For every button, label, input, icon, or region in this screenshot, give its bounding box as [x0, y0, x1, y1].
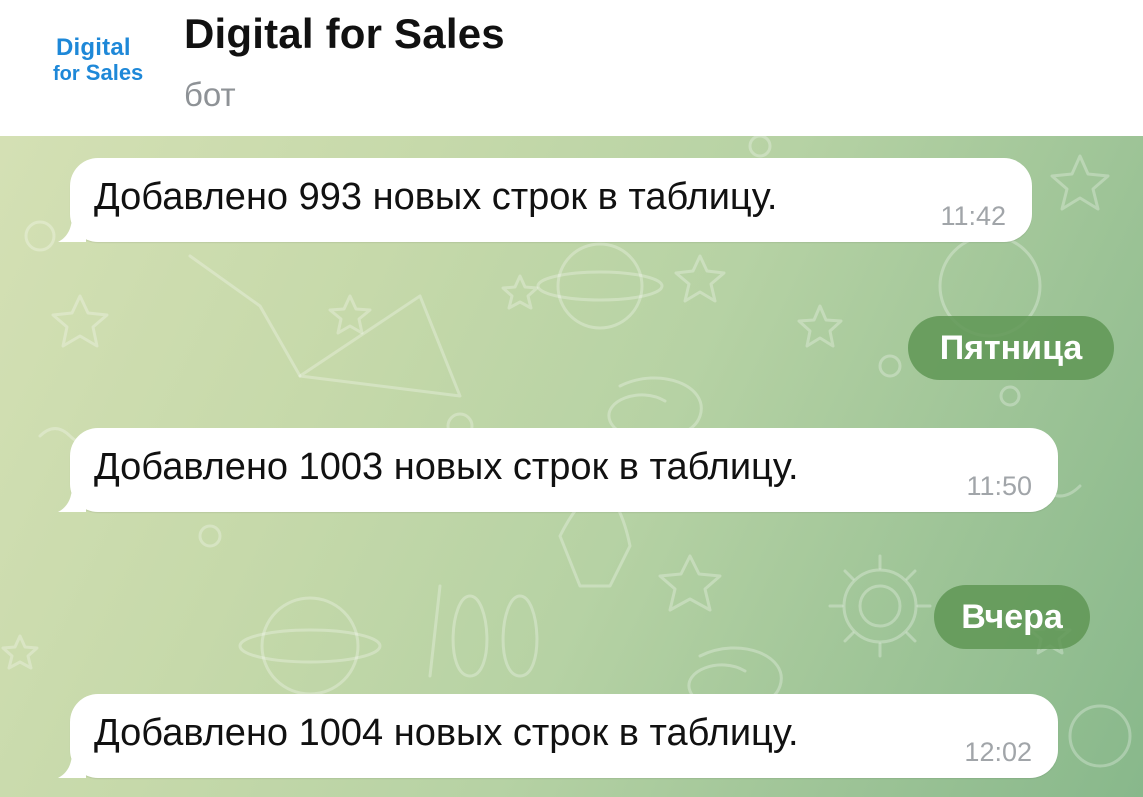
chat-subtitle: бот — [184, 76, 236, 113]
message-bubble[interactable]: Добавлено 1003 новых строк в таблицу. 11… — [58, 428, 1058, 512]
message-text: Добавлено 1003 новых строк в таблицу. — [94, 446, 799, 488]
message-bubble[interactable]: Добавлено 1004 новых строк в таблицу. 12… — [58, 694, 1058, 778]
avatar[interactable]: Digital for Sales — [50, 30, 160, 100]
chat-header[interactable]: Digital for Sales Digital for Sales бот — [0, 0, 1143, 136]
bubble-tail — [58, 486, 86, 512]
message-bubble[interactable]: Добавлено 993 новых строк в таблицу. 11:… — [58, 158, 1032, 242]
date-separator: Пятница — [908, 316, 1114, 380]
avatar-logo-line2: for Sales — [53, 60, 143, 86]
avatar-logo-line1: Digital — [56, 34, 131, 61]
bubble-tail — [58, 752, 86, 778]
date-separator: Вчера — [934, 585, 1090, 649]
avatar-logo-main: Sales — [85, 60, 144, 85]
message-list[interactable]: Добавлено 993 новых строк в таблицу. 11:… — [0, 136, 1143, 797]
message-time: 12:02 — [964, 737, 1032, 767]
message-time: 11:42 — [940, 201, 1006, 231]
chat-title[interactable]: Digital for Sales — [184, 10, 505, 58]
message-text: Добавлено 993 новых строк в таблицу. — [94, 176, 778, 218]
message-text: Добавлено 1004 новых строк в таблицу. — [94, 712, 799, 754]
bubble-tail — [58, 216, 86, 242]
message-time: 11:50 — [966, 471, 1032, 501]
chat-screen: Digital for Sales Digital for Sales бот — [0, 0, 1143, 797]
avatar-logo-prefix: for — [53, 63, 80, 85]
